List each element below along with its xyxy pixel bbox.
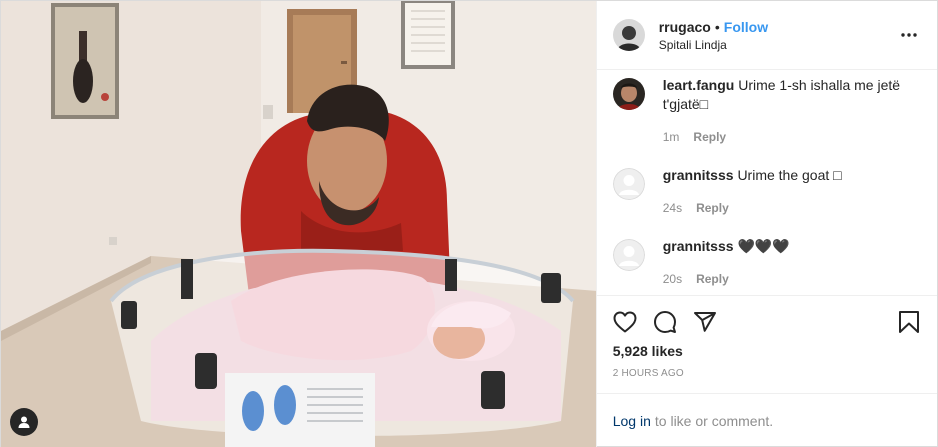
reply-button[interactable]: Reply bbox=[696, 272, 729, 286]
comment-time: 1m bbox=[662, 130, 680, 144]
commenter-avatar[interactable] bbox=[612, 239, 645, 271]
post-timestamp: 2 HOURS AGO bbox=[612, 368, 684, 379]
comment: leart.fangu Urime 1-sh ishalla me jetë t… bbox=[612, 76, 921, 144]
comment-username[interactable]: grannitsss bbox=[663, 238, 734, 254]
comment: grannitsss Urime the goat □ 24s Reply bbox=[612, 166, 921, 215]
comment-username[interactable]: grannitsss bbox=[663, 167, 734, 183]
reply-button[interactable]: Reply bbox=[696, 201, 729, 215]
comment-username[interactable]: leart.fangu bbox=[663, 77, 735, 93]
author-avatar[interactable] bbox=[612, 19, 645, 51]
more-options-icon[interactable] bbox=[897, 23, 921, 47]
post-photo[interactable] bbox=[1, 1, 596, 447]
post-actions: 5,928 likes 2 HOURS AGO Log in to like or… bbox=[596, 295, 937, 447]
comments-list: leart.fangu Urime 1-sh ishalla me jetë t… bbox=[597, 70, 937, 295]
login-prompt: Log in to like or comment. bbox=[596, 393, 937, 447]
heart-icon[interactable] bbox=[611, 308, 639, 336]
reply-button[interactable]: Reply bbox=[693, 130, 726, 144]
bookmark-icon[interactable] bbox=[895, 308, 923, 336]
comment: grannitsss 🖤🖤🖤 20s Reply bbox=[612, 237, 921, 286]
comment-time: 24s bbox=[662, 201, 683, 215]
author-username[interactable]: rrugaco bbox=[659, 19, 711, 35]
user-tag-icon[interactable] bbox=[10, 408, 38, 436]
comment-text: 🖤🖤🖤 bbox=[737, 238, 790, 254]
commenter-avatar[interactable] bbox=[612, 78, 645, 110]
comment-time: 20s bbox=[662, 272, 683, 286]
photo-illustration bbox=[1, 1, 596, 447]
action-icons-row bbox=[597, 296, 937, 342]
commenter-avatar[interactable] bbox=[612, 168, 645, 200]
header-separator: • bbox=[714, 18, 720, 35]
comment-icon[interactable] bbox=[651, 308, 679, 336]
follow-button[interactable]: Follow bbox=[724, 19, 768, 35]
post-details-panel: rrugaco • Follow Spitali Lindja leart.fa… bbox=[595, 1, 937, 447]
login-suffix: to like or comment. bbox=[654, 413, 774, 429]
comment-text: Urime the goat □ bbox=[737, 167, 842, 183]
login-link[interactable]: Log in bbox=[613, 413, 651, 429]
post-location[interactable]: Spitali Lindja bbox=[659, 37, 897, 53]
instagram-post: rrugaco • Follow Spitali Lindja leart.fa… bbox=[0, 0, 938, 447]
post-header: rrugaco • Follow Spitali Lindja bbox=[596, 1, 937, 70]
share-icon[interactable] bbox=[691, 308, 719, 336]
likes-count[interactable]: 5,928 likes bbox=[597, 342, 937, 360]
